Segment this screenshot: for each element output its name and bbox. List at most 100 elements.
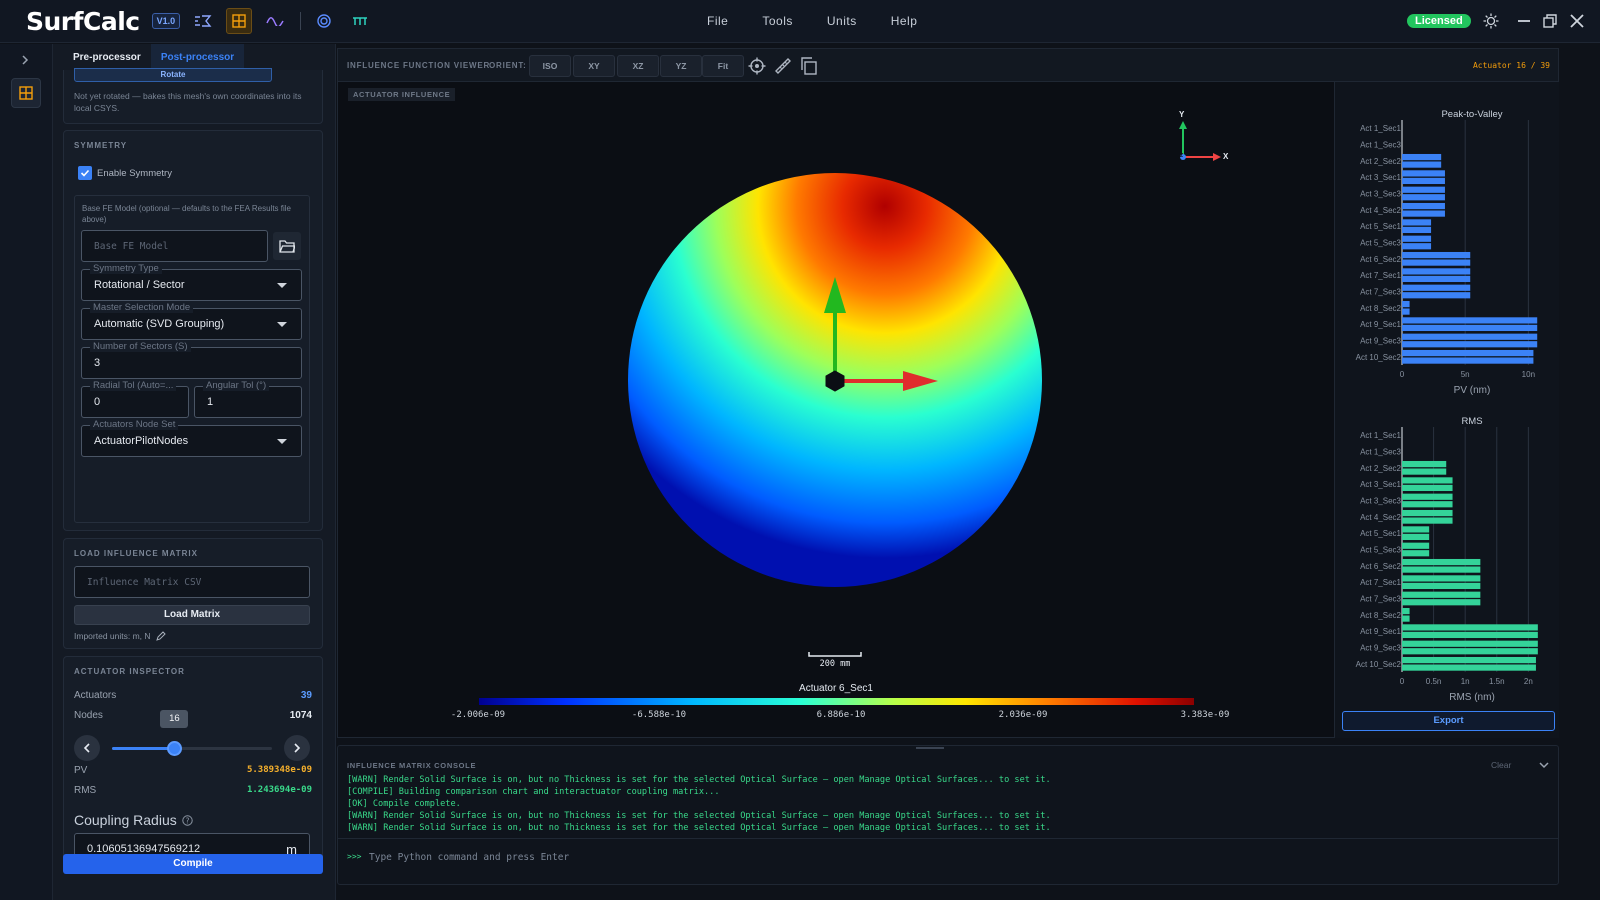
bar bbox=[1402, 357, 1534, 364]
category-label: Act 5_Sec3 bbox=[1360, 546, 1401, 555]
app-logo: SurfCalc bbox=[26, 6, 140, 36]
grid-layout-icon[interactable] bbox=[226, 8, 253, 34]
menu-tools[interactable]: Tools bbox=[762, 14, 793, 28]
category-label: Act 3_Sec1 bbox=[1360, 173, 1401, 182]
tab-pre-processor[interactable]: Pre-processor bbox=[63, 44, 151, 70]
minimize-icon[interactable] bbox=[1515, 12, 1533, 30]
load-matrix-button[interactable]: Load Matrix bbox=[74, 605, 310, 625]
sigma-icon[interactable] bbox=[190, 8, 216, 34]
enable-symmetry-checkbox[interactable] bbox=[78, 166, 92, 180]
ruler-icon[interactable] bbox=[774, 57, 792, 78]
copy-icon[interactable] bbox=[800, 57, 818, 78]
bar bbox=[1402, 202, 1445, 210]
export-button[interactable]: Export bbox=[1342, 711, 1555, 731]
help-icon[interactable]: ? bbox=[182, 814, 193, 826]
bar bbox=[1402, 550, 1430, 557]
symmetry-type-select[interactable]: Symmetry Type Rotational / Sector bbox=[81, 263, 302, 301]
theme-toggle-icon[interactable] bbox=[1482, 12, 1500, 30]
coupling-radius-label-row: Coupling Radius ? bbox=[74, 812, 193, 828]
prev-actuator-button[interactable] bbox=[74, 735, 100, 761]
actuator-array-icon[interactable] bbox=[347, 8, 373, 34]
base-fe-model-input[interactable]: Base FE Model bbox=[81, 230, 268, 262]
chart-title: RMS bbox=[1461, 416, 1482, 427]
angular-tol-input[interactable]: Angular Tol (°) 1 bbox=[194, 380, 302, 418]
actuators-node-set-select[interactable]: Actuators Node Set ActuatorPilotNodes bbox=[81, 419, 302, 457]
title-bar: SurfCalc V1.0 File Tools Units Help Lice… bbox=[0, 0, 1600, 43]
category-label: Act 9_Sec3 bbox=[1360, 337, 1401, 346]
console-line-4: [WARN] Render Solid Surface is on, but n… bbox=[347, 811, 1051, 821]
category-label: Act 1_Sec3 bbox=[1360, 448, 1401, 457]
load-matrix-card: LOAD INFLUENCE MATRIX Influence Matrix C… bbox=[63, 538, 323, 649]
bar bbox=[1402, 186, 1445, 193]
category-label: Act 10_Sec2 bbox=[1356, 353, 1402, 362]
next-actuator-button[interactable] bbox=[284, 735, 310, 761]
actuator-slider[interactable]: 16 bbox=[112, 710, 272, 756]
master-selection-mode-select[interactable]: Master Selection Mode Automatic (SVD Gro… bbox=[81, 302, 302, 340]
menu-help[interactable]: Help bbox=[891, 14, 918, 28]
rotate-button[interactable]: Rotate bbox=[74, 68, 272, 82]
bar bbox=[1402, 575, 1481, 582]
target-icon[interactable] bbox=[311, 8, 337, 34]
bar bbox=[1402, 170, 1445, 177]
viewer-title: INFLUENCE FUNCTION VIEWER bbox=[347, 61, 491, 70]
menu-units[interactable]: Units bbox=[827, 14, 857, 28]
x-tick-label: 5n bbox=[1461, 370, 1470, 379]
nodes-row: Nodes 1074 bbox=[74, 710, 312, 721]
bar bbox=[1402, 251, 1471, 259]
nodes-count: 1074 bbox=[289, 710, 312, 721]
expand-chevron-icon[interactable] bbox=[20, 54, 30, 69]
x-tick-label: 1n bbox=[1461, 677, 1470, 686]
bar bbox=[1402, 226, 1432, 234]
x-tick-label: 0 bbox=[1400, 370, 1405, 379]
console-divider bbox=[338, 838, 1558, 839]
colorbar-title: Actuator 6_Sec1 bbox=[799, 683, 873, 694]
restore-icon[interactable] bbox=[1541, 12, 1559, 30]
bar bbox=[1402, 317, 1538, 324]
console-command-input[interactable]: Type Python command and press Enter bbox=[369, 852, 569, 863]
category-label: Act 3_Sec3 bbox=[1360, 190, 1401, 199]
viewport-3d[interactable]: ACTUATOR INFLUENCE Y X Z 200 mm Actuator… bbox=[338, 82, 1334, 738]
console-clear-button[interactable]: Clear bbox=[1491, 760, 1511, 770]
tab-post-processor[interactable]: Post-processor bbox=[150, 44, 245, 70]
compile-button[interactable]: Compile bbox=[63, 854, 323, 874]
triad-z-label: Z bbox=[1180, 153, 1184, 159]
close-icon[interactable] bbox=[1568, 12, 1586, 30]
rail-grid-icon[interactable] bbox=[11, 78, 41, 108]
edit-pencil-icon[interactable] bbox=[155, 631, 166, 641]
fit-view-button[interactable]: Fit bbox=[702, 55, 744, 77]
bar bbox=[1402, 607, 1410, 615]
actuators-count: 39 bbox=[300, 690, 312, 701]
slider-thumb[interactable] bbox=[167, 741, 183, 756]
bar bbox=[1402, 599, 1481, 606]
x-axis-label: PV (nm) bbox=[1454, 385, 1491, 396]
bar bbox=[1402, 558, 1481, 566]
comparison-charts-panel: Peak-to-Valley 0 5n 10n Act 1_Sec1 Act 1_Sec3… bbox=[1334, 82, 1559, 738]
bar bbox=[1402, 656, 1536, 664]
influence-function-viewer: INFLUENCE FUNCTION VIEWER ORIENT: ISO XY… bbox=[337, 48, 1559, 738]
triad-y-label: Y bbox=[1179, 110, 1185, 119]
x-tick-label: 0 bbox=[1400, 677, 1405, 686]
rms-row: RMS 1.243694e-09 bbox=[74, 785, 312, 796]
category-label: Act 7_Sec1 bbox=[1360, 271, 1401, 280]
triad-x-label: X bbox=[1223, 152, 1229, 161]
radial-tol-input[interactable]: Radial Tol (Auto=... 0 bbox=[81, 380, 189, 418]
orient-yz-button[interactable]: YZ bbox=[660, 55, 702, 77]
category-label: Act 5_Sec1 bbox=[1360, 529, 1401, 538]
x-tick-label: 1.5n bbox=[1489, 677, 1505, 686]
bar bbox=[1402, 517, 1453, 524]
orient-iso-button[interactable]: ISO bbox=[529, 55, 571, 77]
console-resize-handle[interactable] bbox=[916, 747, 944, 749]
orient-xz-button[interactable]: XZ bbox=[617, 55, 659, 77]
wave-icon[interactable] bbox=[262, 8, 288, 34]
influence-map-svg bbox=[479, 121, 1221, 705]
collapse-chevron-icon[interactable] bbox=[1538, 759, 1550, 773]
rotate-card: Rotate Not yet rotated — bakes this mesh… bbox=[63, 68, 323, 124]
menu-file[interactable]: File bbox=[707, 14, 728, 28]
crosshair-icon[interactable] bbox=[748, 57, 766, 78]
inspector-header: ACTUATOR INSPECTOR bbox=[74, 667, 185, 676]
number-of-sectors-input[interactable]: Number of Sectors (S) 3 bbox=[81, 341, 302, 379]
influence-matrix-input[interactable]: Influence Matrix CSV bbox=[74, 566, 310, 598]
orient-xy-button[interactable]: XY bbox=[573, 55, 615, 77]
bar bbox=[1402, 324, 1538, 332]
browse-folder-icon[interactable] bbox=[273, 232, 301, 260]
